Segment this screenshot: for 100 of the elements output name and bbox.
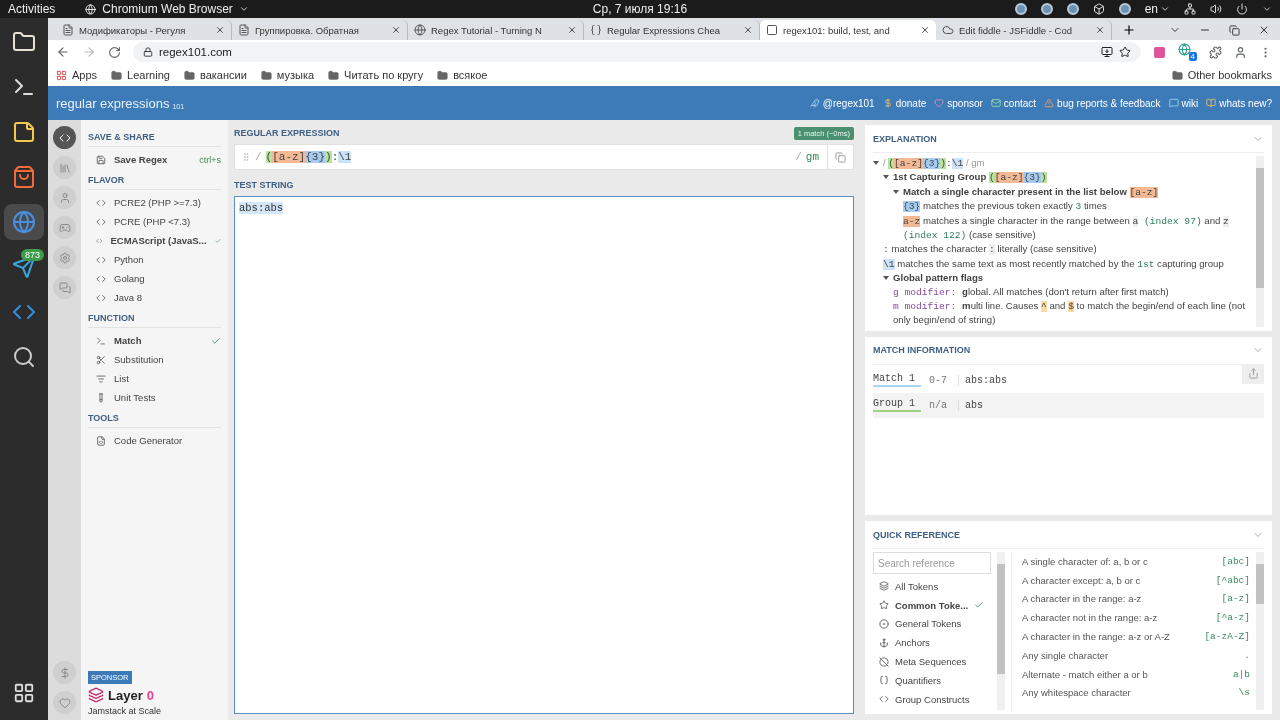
back-icon[interactable]	[56, 45, 70, 59]
category-item[interactable]: All Tokens	[873, 577, 991, 596]
sidebar-item[interactable]: Match	[88, 331, 221, 350]
scrollbar[interactable]	[997, 552, 1005, 710]
category-item[interactable]: General Tokens	[873, 614, 991, 634]
extension-button[interactable]: 4	[1178, 43, 1197, 61]
header-link[interactable]: contact	[990, 97, 1037, 109]
box-icon[interactable]	[1092, 3, 1105, 15]
network-icon[interactable]	[1184, 3, 1196, 15]
header-link[interactable]: bug reports & feedback	[1044, 97, 1161, 109]
browser-tab[interactable]: regex101: build, test, and	[760, 20, 936, 40]
reference-item[interactable]: Any whitespace character \s	[1022, 683, 1250, 703]
reference-item[interactable]: A character except: a, b or c [^abc]	[1022, 570, 1250, 590]
close-icon[interactable]	[1095, 25, 1105, 35]
sidebar-item[interactable]: Golang	[88, 269, 221, 288]
rail-button[interactable]	[53, 126, 76, 149]
activities-button[interactable]: Activities	[8, 2, 56, 16]
new-tab-icon[interactable]	[1122, 23, 1136, 37]
dock-item[interactable]	[4, 204, 44, 240]
extension-icon[interactable]	[1153, 45, 1166, 59]
tray-app-icon[interactable]	[1118, 3, 1131, 15]
sidebar-item[interactable]: PCRE (PHP <7.3)	[88, 212, 221, 231]
reload-icon[interactable]	[108, 45, 121, 59]
reference-item[interactable]: Any single character .	[1022, 646, 1250, 665]
sponsor-logo[interactable]: Layer 0	[88, 687, 221, 703]
expand-caret-icon[interactable]	[893, 188, 899, 195]
dock-item[interactable]: 873	[4, 249, 44, 285]
profile-icon[interactable]	[1234, 45, 1247, 59]
sidebar-item[interactable]: List	[88, 369, 221, 388]
bookmark[interactable]: всякое	[437, 69, 488, 81]
sidebar-item[interactable]: ECMAScript (JavaS...	[88, 231, 221, 250]
sidebar-item[interactable]: Java 8	[88, 288, 221, 307]
close-icon[interactable]	[743, 25, 753, 35]
tray-app-icon[interactable]	[1014, 3, 1027, 15]
volume-icon[interactable]	[1210, 3, 1222, 15]
document-icon	[238, 24, 250, 36]
sidebar-item[interactable]: Substitution	[88, 350, 221, 369]
bookmark[interactable]: музыка	[260, 69, 315, 81]
expand-caret-icon[interactable]	[873, 160, 879, 166]
scrollbar[interactable]	[1256, 156, 1264, 327]
expand-caret-icon[interactable]	[883, 275, 889, 282]
browser-tab[interactable]: Regex Tutorial - Turning N	[408, 20, 584, 40]
header-link[interactable]: @regex101	[809, 97, 875, 109]
close-icon[interactable]	[567, 25, 577, 35]
search-field[interactable]: Search reference	[873, 552, 991, 574]
close-icon[interactable]	[391, 25, 401, 35]
reference-item[interactable]: A character in the range: a-z [a-z]	[1022, 589, 1250, 609]
bookmark[interactable]: Other bookmarks	[1171, 69, 1272, 81]
bookmark[interactable]: Learning	[111, 69, 170, 81]
header-link[interactable]: sponsor	[934, 97, 983, 109]
install-icon[interactable]	[1101, 46, 1113, 58]
category-item[interactable]: Meta Sequences	[873, 652, 991, 671]
restore-icon[interactable]	[1229, 24, 1240, 36]
sidebar-item[interactable]: Unit Tests	[88, 388, 221, 407]
language-menu[interactable]: en	[1144, 2, 1170, 16]
address-bar[interactable]: regex101.com	[133, 42, 1141, 62]
header-link[interactable]: whats new?	[1206, 97, 1272, 109]
target-icon	[879, 619, 889, 629]
reference-item[interactable]: A character not in the range: a-z [^a-z]	[1022, 608, 1250, 628]
close-icon[interactable]	[215, 25, 225, 35]
scissors-icon	[96, 354, 106, 365]
match-range: n/a	[929, 399, 959, 411]
bookmark[interactable]: вакансии	[183, 69, 247, 81]
magnifier-icon	[12, 345, 36, 369]
clock[interactable]: Ср, 7 июля 19:16	[592, 2, 688, 16]
bookmark[interactable]: Читать по кругу	[328, 69, 424, 81]
category-item[interactable]: Anchors	[873, 633, 991, 653]
browser-tab[interactable]: Группировка. Обратная	[232, 20, 408, 40]
reference-item[interactable]: A character in the range: a-z or A-Z [a-zA-Z]	[1022, 627, 1250, 646]
test-string-field[interactable]: abs:abs	[234, 196, 854, 714]
sidebar-item[interactable]: Code Generator	[88, 431, 221, 450]
close-icon[interactable]	[920, 25, 930, 35]
puzzle-icon[interactable]	[1209, 45, 1222, 59]
browser-tab[interactable]: Модификаторы - Регуля	[56, 20, 232, 40]
reference-item[interactable]: Alternate - match either a or b a|b	[1022, 664, 1250, 684]
tray-app-icon[interactable]	[1040, 3, 1053, 15]
category-item[interactable]: Group Constructs	[873, 689, 991, 709]
sidebar-item[interactable]: Python	[88, 250, 221, 269]
app-menu[interactable]: Chromium Web Browser	[85, 2, 249, 16]
header-link[interactable]: donate	[882, 97, 927, 109]
site-logo[interactable]: regular expressions	[56, 95, 170, 111]
category-item[interactable]: Quantifiers	[873, 671, 991, 690]
sidebar-item[interactable]: Save Regex ctrl+s	[88, 150, 221, 169]
category-item[interactable]: Common Toke...	[873, 595, 991, 615]
notepad-icon	[12, 120, 36, 144]
sidebar-item[interactable]: PCRE2 (PHP >=7.3)	[88, 193, 221, 212]
power-icon[interactable]	[1236, 3, 1248, 15]
header-link[interactable]: wiki	[1168, 97, 1199, 109]
app-grid-icon[interactable]	[13, 682, 35, 704]
scrollbar[interactable]	[1256, 552, 1264, 710]
expand-caret-icon[interactable]	[883, 174, 889, 181]
star-icon[interactable]	[1119, 46, 1131, 58]
close-icon[interactable]	[1258, 24, 1270, 36]
browser-tab[interactable]: Edit fiddle - JSFiddle - Cod	[936, 20, 1112, 40]
explanation-text: Match a single character present in the list below [a-z]	[903, 184, 1160, 200]
tray-app-icon[interactable]	[1066, 3, 1079, 15]
caret-icon[interactable]	[1262, 4, 1272, 14]
reference-item[interactable]: A single character of: a, b or c [abc]	[1022, 552, 1250, 571]
regex-field[interactable]: / ([a-z]{3}):\1 / gm	[234, 144, 854, 170]
bookmark[interactable]: Apps	[56, 69, 98, 81]
